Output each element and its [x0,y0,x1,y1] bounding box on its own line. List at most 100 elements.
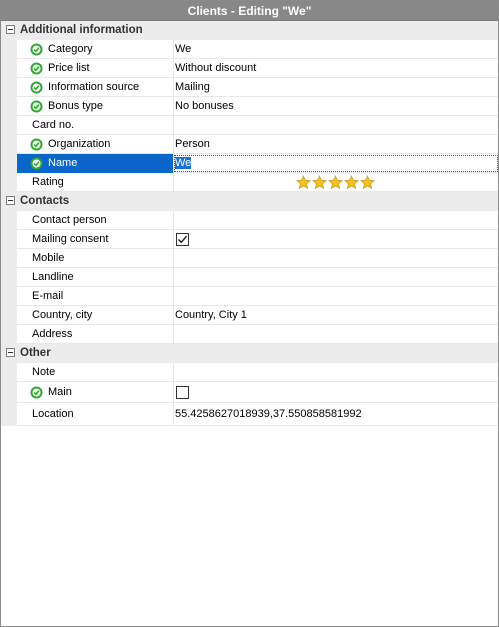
group-title: Additional information [20,24,143,36]
row-gutter [1,230,17,249]
prop-name-cell: Organization [17,135,174,154]
prop-value[interactable]: Mailing [175,81,210,93]
prop-label: Country, city [32,309,93,321]
editor-window: Clients - Editing "We" Additional inform… [0,0,499,627]
prop-bonus-type[interactable]: Bonus type No bonuses [1,97,498,116]
prop-information-source[interactable]: Information source Mailing [1,78,498,97]
prop-label: Mobile [32,252,65,264]
row-gutter [1,135,17,154]
check-circle-icon [30,386,43,399]
prop-value[interactable]: Country, City 1 [175,309,247,321]
row-gutter [1,116,17,135]
prop-label: Organization [48,138,111,150]
group-contacts[interactable]: Contacts [1,192,498,211]
prop-location[interactable]: Location 55.4258627018939,37.55085858199… [1,403,498,426]
prop-main[interactable]: Main [1,382,498,403]
prop-value[interactable]: We [175,43,191,55]
name-input[interactable]: We [175,157,192,169]
group-title: Contacts [20,195,70,207]
prop-label: Information source [48,81,140,93]
row-gutter [1,97,17,116]
row-gutter [1,59,17,78]
prop-name-cell: Price list [17,59,174,78]
prop-label: Location [32,408,74,420]
prop-name-cell: Card no. [17,116,174,135]
prop-label: E-mail [32,290,64,302]
prop-note[interactable]: Note [1,363,498,382]
name-editor-box[interactable] [174,155,498,172]
row-gutter [1,78,17,97]
prop-label: Mailing consent [32,233,109,245]
prop-value[interactable]: Person [175,138,210,150]
star-icon[interactable] [328,175,343,190]
prop-rating[interactable]: Rating [1,173,498,192]
prop-label: Card no. [32,119,75,131]
prop-landline[interactable]: Landline [1,268,498,287]
prop-name-cell: Contact person [17,211,174,230]
prop-name-cell: Location [17,403,174,426]
prop-contact-person[interactable]: Contact person [1,211,498,230]
row-gutter [1,154,17,173]
row-gutter [1,306,17,325]
check-circle-icon [30,81,43,94]
group-additional-information[interactable]: Additional information [1,21,498,40]
prop-name-cell: Country, city [17,306,174,325]
prop-label: Bonus type [48,100,104,112]
window-title: Clients - Editing "We" [1,1,498,21]
collapse-icon[interactable] [6,348,15,357]
row-gutter [1,40,17,59]
prop-name-cell: Bonus type [17,97,174,116]
prop-name-cell: Rating [17,173,174,192]
collapse-icon[interactable] [6,25,15,34]
prop-mobile[interactable]: Mobile [1,249,498,268]
prop-name[interactable]: Name We [1,154,498,173]
check-circle-icon [30,43,43,56]
row-gutter [1,363,17,382]
property-grid: Additional information Category We Price… [1,21,498,426]
group-title: Other [20,347,51,359]
prop-value[interactable]: 55.4258627018939,37.550858581992 [175,408,362,420]
prop-name-cell: Information source [17,78,174,97]
star-icon[interactable] [360,175,375,190]
group-other[interactable]: Other [1,344,498,363]
row-gutter [1,211,17,230]
row-gutter [1,268,17,287]
prop-country-city[interactable]: Country, city Country, City 1 [1,306,498,325]
prop-label: Main [48,386,72,398]
prop-label: Landline [32,271,74,283]
prop-label: Price list [48,62,90,74]
collapse-icon[interactable] [6,196,15,205]
prop-name-cell: Name [17,154,174,173]
prop-price-list[interactable]: Price list Without discount [1,59,498,78]
prop-mailing-consent[interactable]: Mailing consent [1,230,498,249]
prop-label: Note [32,366,56,378]
row-gutter [1,403,17,426]
prop-email[interactable]: E-mail [1,287,498,306]
prop-name-cell: Landline [17,268,174,287]
prop-label: Address [32,328,73,340]
prop-name-cell: Main [17,382,174,403]
star-icon[interactable] [296,175,311,190]
check-circle-icon [30,100,43,113]
selected-text[interactable]: We [175,157,192,169]
prop-name-cell: Mobile [17,249,174,268]
prop-card-no[interactable]: Card no. [1,116,498,135]
rating-stars[interactable] [296,175,375,190]
star-icon[interactable] [312,175,327,190]
prop-name-cell: Note [17,363,174,382]
prop-name-cell: Mailing consent [17,230,174,249]
star-icon[interactable] [344,175,359,190]
prop-name-cell: E-mail [17,287,174,306]
prop-address[interactable]: Address [1,325,498,344]
check-circle-icon [30,138,43,151]
prop-category[interactable]: Category We [1,40,498,59]
prop-name-cell: Category [17,40,174,59]
prop-label: Contact person [32,214,107,226]
mailing-consent-checkbox[interactable] [176,233,189,246]
prop-organization[interactable]: Organization Person [1,135,498,154]
prop-value[interactable]: No bonuses [175,100,234,112]
prop-label: Category [48,43,93,55]
main-checkbox[interactable] [176,386,189,399]
prop-value[interactable]: Without discount [175,62,256,74]
prop-label: Name [48,157,78,169]
